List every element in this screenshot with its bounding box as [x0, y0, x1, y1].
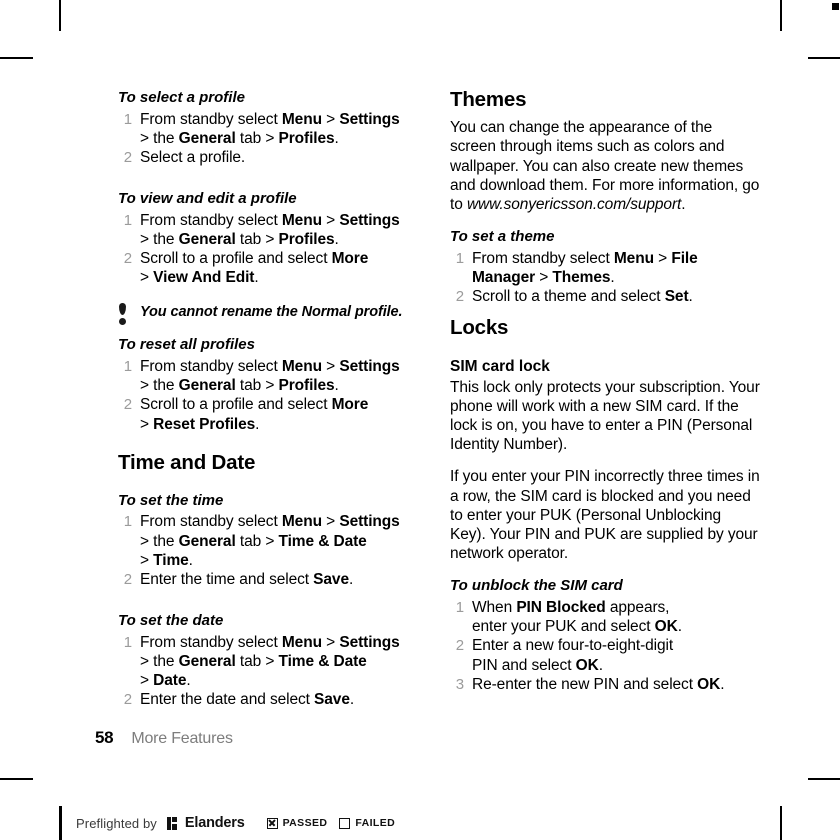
list-item: Enter the time and select Save. [118, 570, 354, 589]
list-item: From standby select Menu > File Manager >… [450, 249, 698, 286]
list-item: Enter the date and select Save. [118, 690, 355, 709]
list-item: Scroll to a theme and select Set. [450, 287, 693, 306]
subsection-heading-sim-card-lock: SIM card lock [450, 357, 550, 375]
procedure-heading-view-edit-profile: To view and edit a profile [118, 190, 297, 208]
page-number: 58 [95, 728, 114, 747]
procedure-heading-set-date: To set the date [118, 612, 224, 630]
sim-card-lock-paragraph-2: If you enter your PIN incorrectly three … [450, 468, 760, 563]
manual-page: To select a profile From standby select … [0, 0, 840, 780]
note-callout: You cannot rename the Normal profile. [118, 303, 428, 326]
procedure-steps-reset-profiles: From standby select Menu > Settings > the… [118, 357, 428, 434]
list-item: Scroll to a profile and select More > Vie… [118, 249, 369, 287]
preflight-prefix-label: Preflighted by [76, 815, 157, 831]
procedure-heading-unblock-sim: To unblock the SIM card [450, 577, 623, 595]
preflight-failed-checkbox: FAILED [339, 817, 395, 829]
list-item: When PIN Blocked appears, enter your PUK … [450, 598, 682, 636]
procedure-steps-set-date: From standby select Menu > Settings > the… [118, 633, 428, 710]
list-item: Enter a new four-to-eight-digit PIN and s… [450, 636, 674, 674]
checkbox-empty-icon [339, 817, 351, 829]
checkbox-checked-icon [266, 817, 278, 829]
procedure-heading-set-theme: To set a theme [450, 228, 555, 246]
list-item: From standby select Menu > Settings > the… [118, 512, 400, 569]
list-item: Scroll to a profile and select More > Res… [118, 395, 369, 433]
exclamation-icon [118, 303, 128, 326]
left-column: To select a profile From standby select … [118, 88, 428, 710]
note-text: You cannot rename the Normal profile. [140, 304, 403, 321]
preflight-stamp-bar: Preflighted by Elanders PASSED FAILED [60, 806, 395, 840]
list-item: Select a profile. [118, 148, 246, 167]
procedure-steps-set-theme: From standby select Menu > File Manager >… [450, 249, 760, 307]
failed-label: FAILED [355, 817, 396, 829]
elanders-logo-icon [166, 816, 177, 830]
preflight-passed-checkbox: PASSED [266, 817, 328, 829]
procedure-steps-unblock-sim: When PIN Blocked appears, enter your PUK … [450, 598, 760, 694]
section-heading-locks: Locks [450, 316, 509, 340]
sim-card-lock-paragraph-1: This lock only protects your subscriptio… [450, 378, 760, 454]
elanders-brand-name: Elanders [184, 815, 245, 831]
crop-mark-bottom-right-vertical [780, 806, 782, 840]
procedure-steps-select-profile: From standby select Menu > Settings > the… [118, 110, 428, 168]
list-item: Re-enter the new PIN and select OK. [450, 675, 725, 694]
chapter-title: More Features [131, 730, 233, 747]
support-url: www.sonyericsson.com/support [466, 196, 682, 213]
section-heading-themes: Themes [450, 88, 527, 111]
procedure-heading-reset-profiles: To reset all profiles [118, 336, 255, 354]
passed-label: PASSED [282, 817, 328, 829]
page-footer-folio: 58 More Features [95, 728, 233, 748]
themes-description: You can change the appearance of the scr… [450, 119, 760, 213]
procedure-heading-set-time: To set the time [118, 491, 224, 509]
procedure-heading-select-profile: To select a profile [118, 89, 245, 106]
procedure-steps-set-time: From standby select Menu > Settings > the… [118, 512, 428, 589]
list-item: From standby select Menu > Settings > the… [118, 110, 400, 147]
list-item: From standby select Menu > Settings > the… [118, 633, 400, 690]
right-column: Themes You can change the appearance of … [450, 88, 760, 694]
list-item: From standby select Menu > Settings > the… [118, 357, 400, 395]
section-heading-time-and-date: Time and Date [118, 450, 256, 474]
list-item: From standby select Menu > Settings > the… [118, 211, 400, 248]
procedure-steps-view-edit-profile: From standby select Menu > Settings > the… [118, 211, 428, 288]
